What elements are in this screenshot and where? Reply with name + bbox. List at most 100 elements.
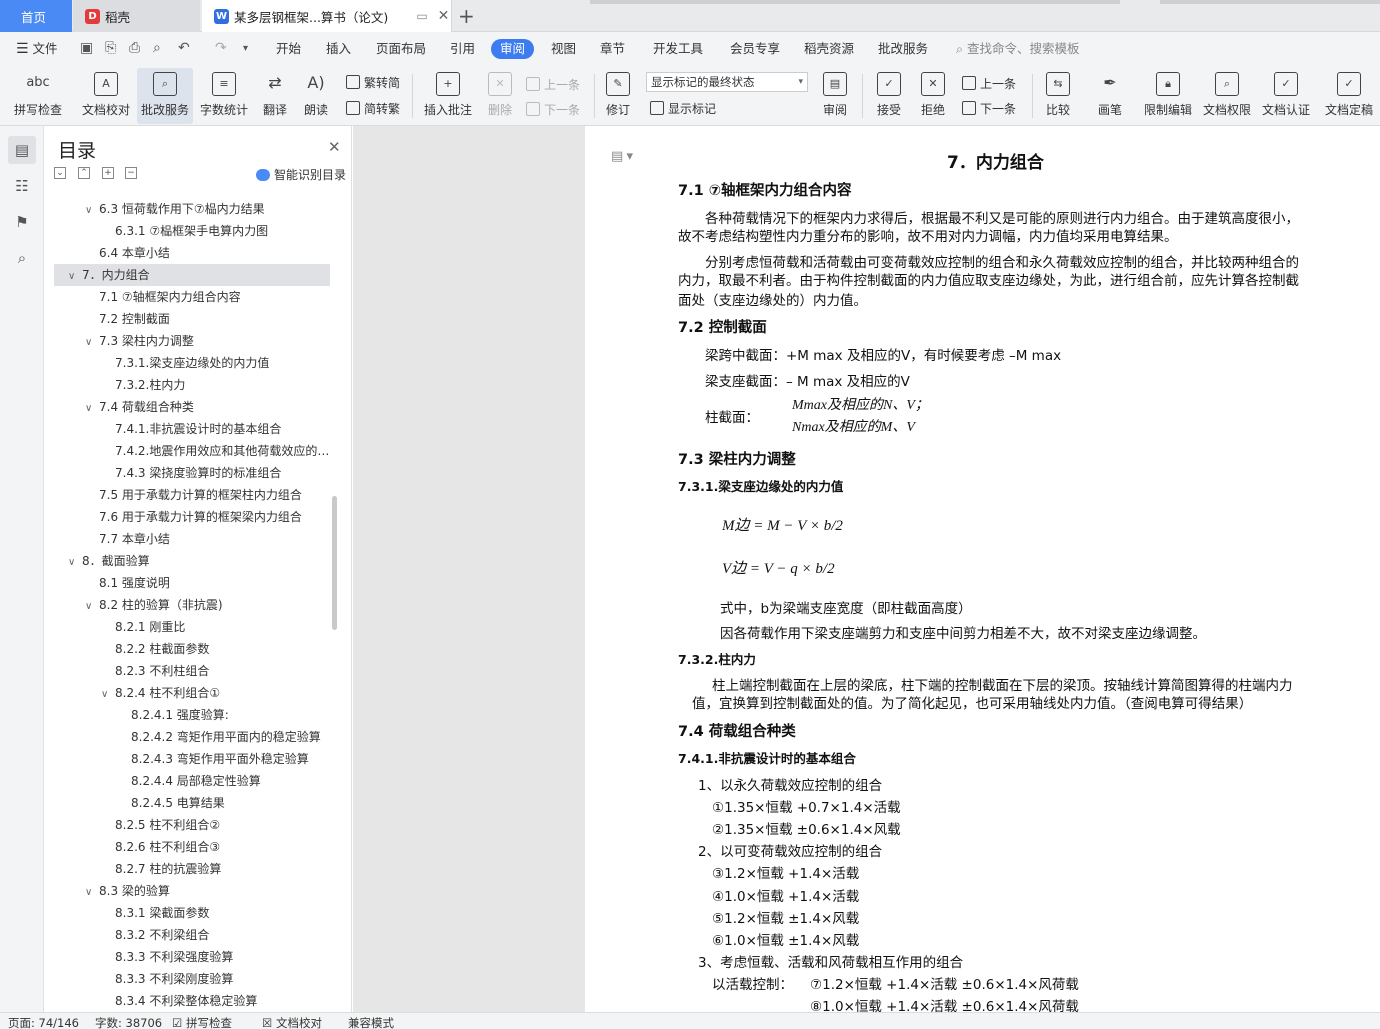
menu-correct-service[interactable]: 批改服务 [872, 39, 934, 59]
toc-item[interactable]: 8.2.4.3 弯矩作用平面外稳定验算 [54, 748, 330, 770]
menu-member[interactable]: 会员专享 [724, 39, 786, 59]
toc-item[interactable]: 8.1 强度说明 [54, 572, 330, 594]
trad-to-simp-button[interactable]: 繁转简 [346, 72, 400, 92]
menu-insert[interactable]: 插入 [320, 39, 357, 59]
bookmark-icon[interactable]: ⚑ [8, 208, 36, 236]
toc-item[interactable]: 8.2.2 柱截面参数 [54, 638, 330, 660]
toc-item[interactable]: ∨ 6.3 恒荷载作用下⑦榀内力结果 [54, 198, 330, 220]
toc-item[interactable]: 8.2.4.4 局部稳定性验算 [54, 770, 330, 792]
doc-outline-icon[interactable]: ▤ ▾ [611, 148, 633, 164]
smart-toc-button[interactable]: 智能识别目录 [256, 166, 346, 183]
accept-button[interactable]: ✓ 接受 [870, 68, 908, 124]
doc-proof-button[interactable]: A 文档校对 [76, 68, 136, 124]
toc-item[interactable]: 8.2.4.1 强度验算: [54, 704, 330, 726]
redo-icon[interactable]: ↷ [215, 40, 227, 56]
toc-item[interactable]: 7.7 本章小结 [54, 528, 330, 550]
save-icon[interactable]: ▣ [80, 40, 93, 56]
collapse-all-icon[interactable]: ⌄ [54, 167, 66, 179]
chevron-down-icon[interactable]: ∨ [68, 266, 82, 286]
undo-icon[interactable]: ↶ [178, 40, 190, 56]
toc-item[interactable]: 6.4 本章小结 [54, 242, 330, 264]
restrict-edit-button[interactable]: 🔒︎ 限制编辑 [1140, 68, 1196, 124]
toc-item[interactable]: 7.4.1.非抗震设计时的基本组合 [54, 418, 330, 440]
monitor-icon[interactable]: ▭ [416, 9, 427, 23]
toc-item[interactable]: 7.4.2.地震作用效应和其他荷载效应的 ... [54, 440, 330, 462]
toc-item[interactable]: 7.3.1.梁支座边缘处的内力值 [54, 352, 330, 374]
word-count-button[interactable]: ≡ 字数统计 [196, 68, 252, 124]
toc-item[interactable]: ∨ 7.4 荷载组合种类 [54, 396, 330, 418]
menu-file[interactable]: ☰ 文件 [10, 39, 64, 59]
toc-item[interactable]: ∨ 7．内力组合 [54, 264, 330, 286]
spell-check-button[interactable]: abc 拼写检查 [6, 68, 70, 124]
chevron-down-icon[interactable]: ∨ [85, 200, 99, 220]
menu-review[interactable]: 审阅 [491, 39, 535, 59]
chevron-down-icon[interactable]: ∨ [85, 882, 99, 902]
doc-rights-button[interactable]: ⌕ 文档权限 [1199, 68, 1255, 124]
insert-comment-button[interactable]: + 插入批注 [420, 68, 476, 124]
toc-item[interactable]: 8.2.3 不利柱组合 [54, 660, 330, 682]
toc-item[interactable]: 8.3.4 不利梁整体稳定验算 [54, 990, 330, 1012]
command-search[interactable]: ⌕ 查找命令、搜索模板 [950, 39, 1086, 59]
toc-item[interactable]: 8.2.7 柱的抗震验算 [54, 858, 330, 880]
menu-chapter[interactable]: 章节 [594, 39, 631, 59]
close-tab-icon[interactable]: ✕ [438, 8, 450, 24]
word-count-status[interactable]: 字数: 38706 [95, 1015, 162, 1029]
toc-item[interactable]: 6.3.1 ⑦榀框架手电算内力图 [54, 220, 330, 242]
prev-comment-button[interactable]: 上一条 [526, 74, 580, 94]
chevron-down-icon[interactable]: ∨ [85, 398, 99, 418]
toc-item[interactable]: 8.2.4.2 弯矩作用平面内的稳定验算 [54, 726, 330, 748]
correct-service-button[interactable]: ⌕ 批改服务 [137, 68, 193, 124]
menu-start[interactable]: 开始 [270, 39, 307, 59]
toc-panel-icon[interactable]: ▤ [8, 136, 36, 164]
nav-pane-icon[interactable]: ☷ [8, 172, 36, 200]
print-icon[interactable]: ⎙ [129, 40, 140, 56]
toc-item[interactable]: 8.3.3 不利梁强度验算 [54, 946, 330, 968]
next-comment-button[interactable]: 下一条 [526, 99, 580, 119]
menu-layout[interactable]: 页面布局 [370, 39, 432, 59]
proof-status[interactable]: ☒ 文档校对 [262, 1015, 322, 1029]
toc-item[interactable]: 8.3.1 梁截面参数 [54, 902, 330, 924]
chevron-down-icon[interactable]: ∨ [101, 684, 115, 704]
review-pane-button[interactable]: ▤ 审阅 [816, 68, 854, 124]
toc-item[interactable]: 8.2.5 柱不利组合② [54, 814, 330, 836]
toc-item[interactable]: 8.3.3 不利梁刚度验算 [54, 968, 330, 990]
chevron-down-icon[interactable]: ∨ [68, 552, 82, 572]
toc-item[interactable]: 7.3.2.柱内力 [54, 374, 330, 396]
toc-item[interactable]: 7.2 控制截面 [54, 308, 330, 330]
prev-change-button[interactable]: 上一条 [962, 73, 1016, 93]
customize-qat-icon[interactable]: ▾ [243, 43, 248, 54]
export-pdf-icon[interactable]: ⎘ [105, 40, 116, 56]
compare-button[interactable]: ⇆ 比较 [1038, 68, 1078, 124]
toc-item[interactable]: 8.2.6 柱不利组合③ [54, 836, 330, 858]
print-preview-icon[interactable]: ⌕ [153, 40, 161, 56]
read-aloud-button[interactable]: A) 朗读 [298, 68, 334, 124]
next-change-button[interactable]: 下一条 [962, 98, 1016, 118]
toc-item[interactable]: 7.4.3 梁挠度验算时的标准组合 [54, 462, 330, 484]
tab-document[interactable]: W 某多层钢框架...算书（论文) ▭ ✕ [202, 0, 452, 32]
toc-item[interactable]: ∨ 8.2 柱的验算（非抗震) [54, 594, 330, 616]
show-markup-button[interactable]: 显示标记 [650, 98, 716, 118]
markup-mode-select[interactable]: 显示标记的最终状态 ▾ [646, 72, 808, 92]
toc-scrollbar[interactable] [332, 496, 337, 630]
reject-button[interactable]: ✕ 拒绝 [914, 68, 952, 124]
toc-item[interactable]: ∨ 7.3 梁柱内力调整 [54, 330, 330, 352]
translate-button[interactable]: ⇄ 翻译 [255, 68, 295, 124]
toc-item[interactable]: 8.2.4.5 电算结果 [54, 792, 330, 814]
spell-check-status[interactable]: ☑ 拼写检查 [172, 1015, 232, 1029]
menu-developer[interactable]: 开发工具 [647, 39, 709, 59]
track-changes-button[interactable]: ✎ 修订 [600, 68, 636, 124]
toc-item[interactable]: 7.1 ⑦轴框架内力组合内容 [54, 286, 330, 308]
menu-docer-resources[interactable]: 稻壳资源 [798, 39, 860, 59]
chevron-down-icon[interactable]: ∨ [85, 332, 99, 352]
add-heading-icon[interactable]: + [102, 167, 114, 179]
simp-to-trad-button[interactable]: 简转繁 [346, 98, 400, 118]
pen-button[interactable]: ✒ 画笔 [1092, 68, 1128, 124]
toc-item[interactable]: 7.6 用于承载力计算的框架梁内力组合 [54, 506, 330, 528]
menu-reference[interactable]: 引用 [444, 39, 481, 59]
toc-item[interactable]: 8.2.1 刚重比 [54, 616, 330, 638]
toc-item[interactable]: ∨ 8.3 梁的验算 [54, 880, 330, 902]
toc-item[interactable]: ∨ 8.2.4 柱不利组合① [54, 682, 330, 704]
remove-heading-icon[interactable]: − [125, 167, 137, 179]
new-tab-button[interactable]: + [458, 4, 484, 28]
chevron-down-icon[interactable]: ∨ [85, 596, 99, 616]
